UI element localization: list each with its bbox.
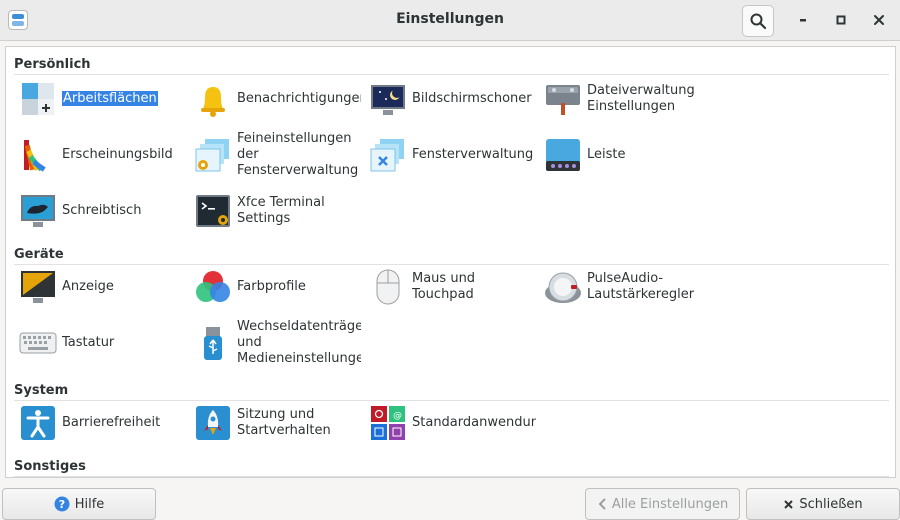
maximize-icon — [836, 15, 846, 25]
section-title-system: System — [14, 383, 69, 398]
all-settings-button[interactable]: Alle Einstellungen — [585, 488, 740, 520]
settings-item-leiste[interactable]: Leiste — [539, 131, 711, 179]
terminal-icon — [196, 195, 230, 227]
minimize-button[interactable] — [788, 5, 818, 35]
settings-item-sitzung[interactable]: Sitzung und Startverhalten — [189, 399, 361, 447]
window-manager-tweaks-icon — [195, 139, 229, 172]
item-label: Farbprofile — [237, 279, 306, 294]
volume-knob-icon — [545, 272, 581, 303]
item-label: Standardanwendungen — [412, 415, 536, 430]
settings-item-fensterverwaltung[interactable]: Fensterverwaltung — [364, 131, 536, 179]
title-bar: Einstellungen — [0, 0, 900, 41]
item-label: Tastatur — [62, 335, 115, 350]
default-apps-icon: @ — [371, 406, 405, 440]
rocket-icon — [196, 406, 230, 440]
file-manager-icon — [546, 85, 580, 115]
bell-icon — [201, 87, 225, 117]
settings-item-xfce-terminal[interactable]: Xfce Terminal Settings — [189, 187, 361, 235]
settings-item-pulseaudio[interactable]: PulseAudio-Lautstärkeregler — [539, 263, 711, 311]
workspaces-icon — [22, 83, 54, 115]
settings-item-arbeitsflaechen[interactable]: Arbeitsflächen — [14, 75, 186, 123]
settings-item-maus-touchpad[interactable]: Maus und Touchpad — [364, 263, 536, 311]
settings-item-feineinstellungen-fensterverwaltung[interactable]: Feineinstellungen der Fensterverwaltung — [189, 131, 361, 179]
settings-item-wechseldatentraeger[interactable]: Wechseldatenträger und Medieneinstellung… — [189, 319, 361, 367]
close-window-button[interactable] — [864, 5, 894, 35]
minimize-icon — [800, 19, 806, 22]
accessibility-icon — [21, 406, 55, 440]
settings-item-farbprofile[interactable]: Farbprofile — [189, 263, 361, 311]
close-button[interactable]: Schließen — [746, 488, 900, 520]
settings-item-benachrichtigungen[interactable]: Benachrichtigungen — [189, 75, 361, 123]
close-button-label: Schließen — [799, 496, 863, 512]
settings-item-tastatur[interactable]: Tastatur — [14, 319, 186, 367]
item-label: PulseAudio-Lautstärkeregler — [587, 271, 695, 302]
item-label: Xfce Terminal Settings — [237, 195, 325, 226]
help-button-label: Hilfe — [74, 496, 105, 512]
chevron-left-icon — [597, 497, 607, 511]
help-button[interactable]: ? Hilfe — [2, 488, 156, 520]
svg-text:?: ? — [59, 498, 65, 511]
close-icon — [783, 499, 794, 510]
item-label: Dateiverwaltung Einstellungen — [587, 83, 695, 114]
help-icon: ? — [54, 496, 70, 512]
settings-item-bildschirmschoner[interactable]: Bildschirmschoner — [364, 75, 536, 123]
item-label: Arbeitsflächen — [62, 91, 158, 106]
search-icon — [750, 13, 767, 30]
item-label: Erscheinungsbild — [62, 147, 173, 162]
section-title-persoenlich: Persönlich — [14, 57, 91, 72]
search-button[interactable] — [742, 5, 774, 37]
section-title-sonstiges: Sonstiges — [14, 459, 86, 474]
keyboard-icon — [19, 332, 57, 354]
item-label: Barrierefreiheit — [62, 415, 161, 430]
item-label: Bildschirmschoner — [412, 91, 532, 106]
screensaver-icon — [371, 85, 405, 115]
usb-drive-icon — [204, 327, 222, 360]
item-label: Fensterverwaltung — [412, 147, 534, 162]
window-manager-icon — [370, 139, 404, 172]
display-icon — [21, 271, 55, 303]
item-label: Schreibtisch — [62, 203, 142, 218]
item-label: Leiste — [587, 147, 626, 162]
settings-item-schreibtisch[interactable]: Schreibtisch — [14, 187, 186, 235]
panel-icon — [546, 139, 580, 171]
item-label: Feineinstellungen der Fensterverwaltung — [237, 131, 359, 178]
maximize-button[interactable] — [826, 5, 856, 35]
color-profiles-icon — [196, 271, 230, 302]
item-label: Wechseldatenträger und Medieneinstellung… — [237, 319, 361, 366]
all-settings-label: Alle Einstellungen — [611, 496, 729, 512]
close-icon — [874, 15, 884, 25]
settings-item-erscheinungsbild[interactable]: Erscheinungsbild — [14, 131, 186, 179]
item-label: Maus und Touchpad — [412, 271, 476, 302]
section-divider — [14, 476, 889, 477]
item-label: Anzeige — [62, 279, 114, 294]
settings-item-barrierefreiheit[interactable]: Barrierefreiheit — [14, 399, 186, 447]
settings-item-standardanwendungen[interactable]: @ Standardanwendungen — [364, 399, 536, 447]
settings-item-dateiverwaltung[interactable]: Dateiverwaltung Einstellungen — [539, 75, 711, 123]
item-label: Benachrichtigungen — [237, 91, 361, 106]
settings-item-anzeige[interactable]: Anzeige — [14, 263, 186, 311]
desktop-icon — [21, 195, 55, 227]
section-title-geraete: Geräte — [14, 247, 64, 262]
svg-text:@: @ — [393, 411, 402, 421]
item-label: Sitzung und Startverhalten — [237, 407, 331, 438]
settings-panel: Persönlich Arbeitsflächen Benachrichtigu… — [5, 46, 896, 478]
mouse-icon — [376, 269, 400, 305]
appearance-icon — [24, 140, 46, 172]
